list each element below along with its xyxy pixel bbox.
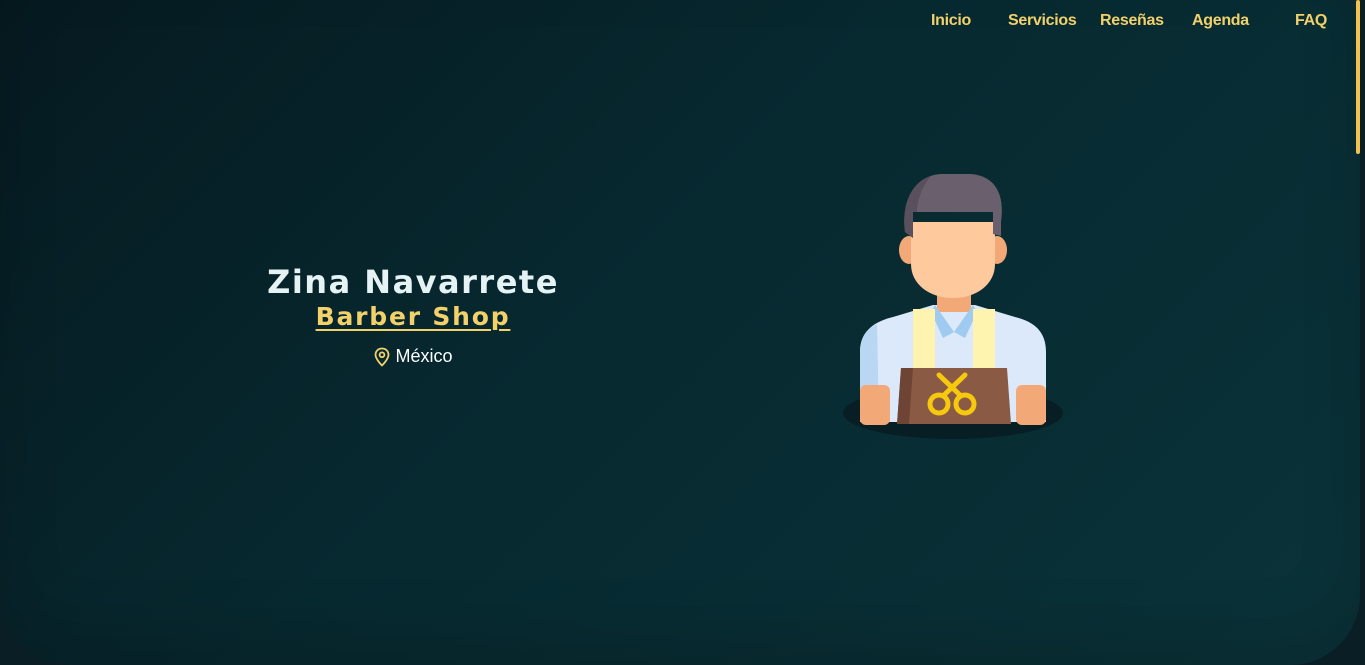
- nav-link-faq[interactable]: FAQ: [1295, 12, 1327, 30]
- top-navigation: Inicio Servicios Reseñas Agenda FAQ: [0, 12, 1365, 36]
- nav-link-resenas[interactable]: Reseñas: [1100, 12, 1164, 30]
- scrollbar-thumb[interactable]: [1356, 0, 1360, 154]
- business-subtitle-link[interactable]: Barber Shop: [316, 302, 511, 332]
- location-text: México: [395, 346, 453, 366]
- hero-section: Inicio Servicios Reseñas Agenda FAQ Zina…: [0, 0, 1360, 665]
- nav-link-inicio[interactable]: Inicio: [931, 12, 971, 30]
- page: Inicio Servicios Reseñas Agenda FAQ Zina…: [0, 0, 1365, 665]
- nav-link-agenda[interactable]: Agenda: [1192, 12, 1249, 30]
- business-owner-name: Zina Navarrete: [267, 263, 559, 301]
- map-pin-icon: [373, 347, 391, 367]
- hero-title-block: Zina Navarrete Barber Shop México: [262, 262, 564, 367]
- nav-link-servicios[interactable]: Servicios: [1008, 12, 1077, 30]
- location-row: México: [262, 346, 564, 367]
- barber-avatar-illustration: [843, 172, 1065, 442]
